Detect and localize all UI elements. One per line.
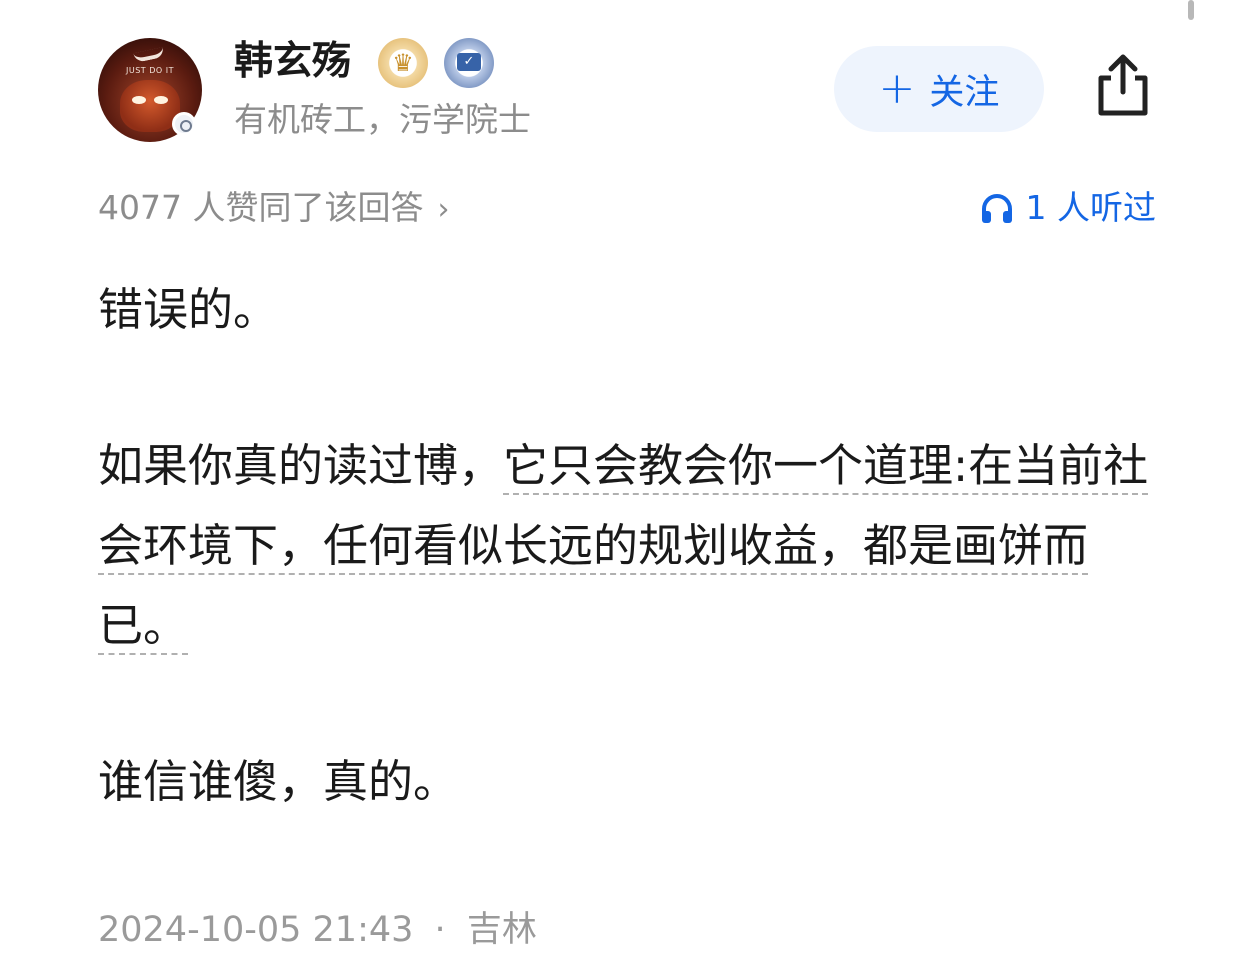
certified-badge-icon[interactable]: ✓ — [444, 38, 494, 88]
post-location: 吉林 — [466, 910, 537, 950]
certified-check-icon: ✓ — [457, 53, 481, 71]
listen-count-text: 1 人听过 — [1025, 188, 1157, 227]
chevron-right-icon: › — [437, 192, 450, 227]
answer-page: JUST DO IT 韩玄殇 ♛ ✓ 有机砖工，污学院士 + 关注 4077 人… — [0, 0, 1244, 958]
follow-label: 关注 — [929, 72, 1000, 113]
headphones-icon — [981, 194, 1012, 223]
nike-swoosh-icon — [133, 46, 165, 64]
avatar-face-image — [120, 80, 180, 132]
answer-body: 错误的。 如果你真的读过博，它只会教会你一个道理:在当前社会环境下，任何看似长远… — [98, 270, 1158, 822]
post-meta: 2024-10-05 21:43 · 吉林 — [98, 904, 537, 956]
author-bio: 有机砖工，污学院士 — [234, 100, 531, 139]
plus-icon: + — [878, 63, 916, 114]
crown-badge-icon[interactable]: ♛ — [378, 38, 428, 88]
avatar-text: JUST DO IT — [126, 66, 174, 75]
answer-paragraph-3: 谁信谁傻，真的。 — [98, 755, 459, 808]
share-icon[interactable] — [1094, 52, 1152, 118]
author-name[interactable]: 韩玄殇 — [234, 38, 351, 86]
answer-paragraph-1: 错误的。 — [98, 283, 279, 336]
scroll-indicator[interactable] — [1188, 0, 1194, 20]
vote-summary-link[interactable]: 4077 人赞同了该回答 › — [98, 186, 449, 232]
avatar-status-icon — [172, 112, 196, 136]
answer-paragraph-2-plain: 如果你真的读过博， — [98, 439, 504, 492]
follow-button[interactable]: + 关注 — [834, 46, 1044, 132]
vote-summary-text: 4077 人赞同了该回答 — [98, 188, 424, 227]
answer-paragraph-2: 如果你真的读过博，它只会教会你一个道理:在当前社会环境下，任何看似长远的规划收益… — [98, 426, 1158, 666]
meta-separator: · — [434, 910, 446, 950]
listen-info-link[interactable]: 1 人听过 — [980, 186, 1157, 230]
post-datetime: 2024-10-05 21:43 — [98, 910, 414, 950]
